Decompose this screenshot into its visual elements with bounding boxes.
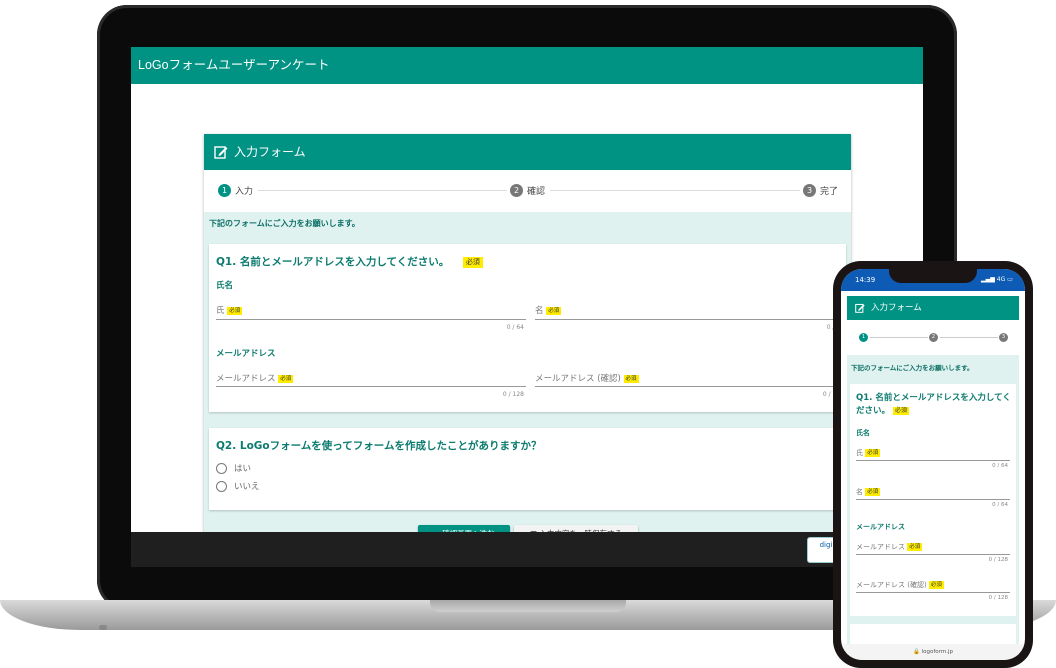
required-badge: 必須 bbox=[278, 374, 294, 383]
mobile-last-name-field[interactable]: 氏 必須 bbox=[856, 448, 881, 458]
mobile-first-name-counter: 0 / 64 bbox=[992, 502, 1008, 508]
form-card-header: 入力フォーム bbox=[204, 134, 851, 170]
app-title: LoGoフォームユーザーアンケート bbox=[138, 58, 330, 72]
email-underline bbox=[216, 386, 526, 387]
mobile-email-confirm-counter: 0 / 128 bbox=[988, 595, 1008, 601]
question-1-title: Q1. 名前とメールアドレスを入力してください。 必須 bbox=[216, 254, 483, 269]
email-section-label: メールアドレス bbox=[216, 349, 276, 359]
laptop-screen: LoGoフォームユーザーアンケート 入力フォーム 1 入力 2 確認 3 完了 bbox=[131, 47, 923, 567]
form-notice: 下記のフォームにご入力をお願いします。 bbox=[209, 219, 360, 228]
mobile-stepper: 1 2 3 bbox=[847, 320, 1019, 355]
email-field[interactable]: メールアドレス 必須 bbox=[216, 372, 294, 384]
laptop-foot bbox=[99, 625, 107, 630]
last-name-underline bbox=[216, 319, 526, 320]
step-connector bbox=[550, 190, 800, 191]
required-badge: 必須 bbox=[623, 374, 639, 383]
question-2-card: Q2. LoGoフォームを使ってフォームを作成したことがありますか？ はい いい… bbox=[209, 428, 846, 510]
question-2-title: Q2. LoGoフォームを使ってフォームを作成したことがありますか？ bbox=[216, 440, 542, 452]
step-connector bbox=[258, 190, 507, 191]
form-card: 入力フォーム 1 入力 2 確認 3 完了 下記のフォームにご入力をお願いします… bbox=[204, 134, 851, 554]
required-badge: 必須 bbox=[546, 306, 562, 315]
name-section-label: 氏名 bbox=[216, 281, 234, 291]
required-badge: 必須 bbox=[227, 306, 243, 315]
form-title: 入力フォーム bbox=[234, 145, 306, 159]
mobile-name-section: 氏名 bbox=[856, 429, 870, 437]
signal-icon: ▂▄▆ bbox=[981, 276, 997, 283]
email-confirm-field[interactable]: メールアドレス (確認) 必須 bbox=[535, 372, 639, 384]
app-body: 入力フォーム 1 入力 2 確認 3 完了 下記のフォームにご入力をお願いします… bbox=[131, 84, 923, 554]
first-name-field[interactable]: 名 必須 bbox=[535, 304, 562, 316]
step-1-label: 入力 bbox=[235, 187, 254, 197]
battery-icon: ▭ bbox=[1007, 276, 1013, 283]
required-badge: 必須 bbox=[462, 256, 483, 268]
edit-icon bbox=[855, 303, 865, 313]
required-badge: 必須 bbox=[907, 543, 923, 551]
edit-icon bbox=[214, 146, 228, 159]
mobile-email-underline bbox=[856, 554, 1010, 555]
required-badge: 必須 bbox=[892, 406, 909, 415]
mobile-question-1-card: Q1. 名前とメールアドレスを入力してください。 必須 氏名 氏 必須 0 / … bbox=[850, 384, 1016, 616]
app-footer: digi bbox=[131, 532, 923, 567]
mobile-question-1-title: Q1. 名前とメールアドレスを入力してください。 必須 bbox=[856, 393, 1011, 416]
mobile-url-bar[interactable]: 🔒 logoform.jp bbox=[841, 644, 1025, 660]
app-header: LoGoフォームユーザーアンケート bbox=[131, 47, 923, 84]
laptop-opening-notch bbox=[430, 600, 626, 612]
last-name-counter: 0 / 64 bbox=[506, 324, 524, 331]
mobile-first-name-field[interactable]: 名 必須 bbox=[856, 487, 881, 497]
phone-screen: 14:39 ▂▄▆ 4G ▭ 入力フォーム 1 2 3 下記のフォームにご入力を… bbox=[841, 269, 1025, 660]
radio-button[interactable] bbox=[216, 481, 227, 492]
mobile-first-name-underline bbox=[856, 499, 1010, 500]
required-badge: 必須 bbox=[928, 581, 944, 589]
phone-notch bbox=[889, 269, 977, 283]
mobile-last-name-counter: 0 / 64 bbox=[992, 463, 1008, 469]
step-3-label: 完了 bbox=[820, 187, 839, 197]
mobile-form-title: 入力フォーム bbox=[871, 303, 922, 313]
mobile-form-card: 入力フォーム 1 2 3 下記のフォームにご入力をお願いします。 Q1. 名前と… bbox=[847, 296, 1019, 644]
mobile-step-3-dot: 3 bbox=[999, 333, 1008, 342]
step-connector bbox=[870, 337, 928, 338]
first-name-underline bbox=[535, 319, 846, 320]
mobile-step-1-dot: 1 bbox=[859, 333, 868, 342]
question-1-card: Q1. 名前とメールアドレスを入力してください。 必須 氏名 氏 必須 0 / … bbox=[209, 244, 846, 412]
step-connector bbox=[940, 337, 998, 338]
step-2-label: 確認 bbox=[527, 187, 546, 197]
mobile-email-confirm-underline bbox=[856, 592, 1010, 593]
mobile-step-2-dot: 2 bbox=[929, 333, 938, 342]
mobile-last-name-underline bbox=[856, 460, 1010, 461]
required-badge: 必須 bbox=[865, 488, 881, 496]
phone-time: 14:39 bbox=[855, 276, 876, 284]
radio-option-yes[interactable]: はい bbox=[216, 462, 251, 474]
mobile-form-header: 入力フォーム bbox=[847, 296, 1019, 320]
radio-option-no[interactable]: いいえ bbox=[216, 480, 260, 492]
mobile-notice: 下記のフォームにご入力をお願いします。 bbox=[851, 364, 974, 372]
mobile-email-confirm-field[interactable]: メールアドレス (確認) 必須 bbox=[856, 580, 944, 590]
stepper: 1 入力 2 確認 3 完了 bbox=[204, 170, 851, 212]
step-2-dot: 2 bbox=[510, 184, 523, 197]
lock-icon: 🔒 bbox=[913, 649, 922, 655]
phone-signal: ▂▄▆ 4G ▭ bbox=[981, 276, 1013, 283]
required-badge: 必須 bbox=[865, 449, 881, 457]
mobile-email-field[interactable]: メールアドレス 必須 bbox=[856, 542, 923, 552]
email-counter: 0 / 128 bbox=[502, 391, 524, 398]
mobile-email-counter: 0 / 128 bbox=[988, 557, 1008, 563]
mobile-email-section: メールアドレス bbox=[856, 523, 905, 531]
radio-button[interactable] bbox=[216, 463, 227, 474]
last-name-field[interactable]: 氏 必須 bbox=[216, 304, 243, 316]
step-1-dot: 1 bbox=[218, 184, 231, 197]
mobile-question-2-card-partial bbox=[850, 624, 1016, 644]
email-confirm-underline bbox=[535, 386, 846, 387]
step-3-dot: 3 bbox=[803, 184, 816, 197]
